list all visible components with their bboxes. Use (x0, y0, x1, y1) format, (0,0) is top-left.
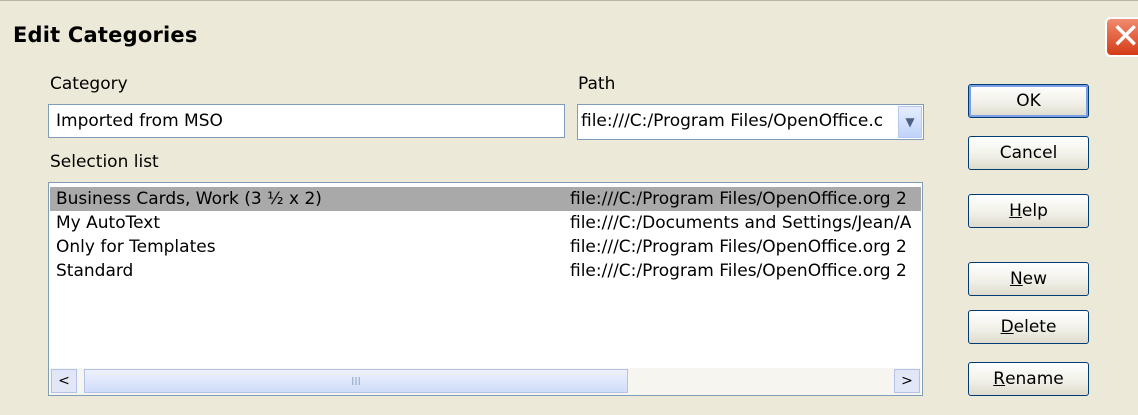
close-button[interactable]: ✕ (1105, 17, 1138, 57)
list-item[interactable]: Standard file:///C:/Program Files/OpenOf… (50, 259, 921, 283)
chevron-down-icon: ▼ (905, 115, 915, 129)
edit-categories-dialog: Edit Categories ✕ Category Imported from… (0, 0, 1138, 415)
rename-mnemonic: R (993, 369, 1006, 389)
list-item-path: file:///C:/Program Files/OpenOffice.org … (570, 237, 907, 257)
category-label: Category (50, 74, 128, 94)
selection-list-label: Selection list (50, 152, 159, 172)
ok-button[interactable]: OK (968, 84, 1089, 118)
new-button-label: ew (1022, 269, 1048, 289)
selection-listbox[interactable]: Business Cards, Work (3 ½ x 2) file:///C… (48, 182, 923, 396)
horizontal-scrollbar[interactable]: < III > (50, 368, 921, 395)
rename-button[interactable]: Rename (968, 362, 1089, 396)
chevron-right-icon: > (901, 373, 913, 389)
title-bar: Edit Categories ✕ (0, 0, 1138, 57)
new-mnemonic: N (1009, 269, 1023, 289)
cancel-button[interactable]: Cancel (968, 136, 1089, 170)
path-value: file:///C:/Program Files/OpenOffice.c (581, 111, 884, 131)
chevron-left-icon: < (58, 373, 70, 389)
ok-button-label: OK (1016, 91, 1041, 111)
grip-icon: III (351, 374, 361, 388)
new-button[interactable]: New (968, 262, 1089, 296)
path-combobox[interactable]: file:///C:/Program Files/OpenOffice.c ▼ (577, 104, 924, 140)
close-icon: ✕ (1111, 17, 1138, 57)
dialog-title: Edit Categories (13, 23, 198, 47)
help-button[interactable]: Help (968, 194, 1089, 228)
rename-button-label: ename (1005, 369, 1064, 389)
category-input[interactable]: Imported from MSO (48, 104, 565, 138)
scroll-right-button[interactable]: > (894, 369, 920, 393)
path-dropdown-button[interactable]: ▼ (898, 106, 922, 138)
list-item-name: Only for Templates (56, 237, 216, 257)
scroll-thumb[interactable]: III (84, 369, 628, 393)
list-item-name: Standard (56, 261, 134, 281)
list-item[interactable]: Only for Templates file:///C:/Program Fi… (50, 235, 921, 259)
list-item-path: file:///C:/Program Files/OpenOffice.org … (570, 189, 907, 209)
list-item[interactable]: My AutoText file:///C:/Documents and Set… (50, 211, 921, 235)
cancel-button-label: Cancel (999, 143, 1058, 163)
help-mnemonic: H (1009, 201, 1022, 221)
list-item-name: My AutoText (56, 213, 160, 233)
list-item[interactable]: Business Cards, Work (3 ½ x 2) file:///C… (50, 187, 921, 211)
scroll-left-button[interactable]: < (51, 369, 77, 393)
help-button-label: elp (1021, 201, 1048, 221)
delete-button[interactable]: Delete (968, 310, 1089, 344)
list-item-path: file:///C:/Program Files/OpenOffice.org … (570, 261, 907, 281)
delete-mnemonic: D (1000, 317, 1014, 337)
delete-button-label: elete (1013, 317, 1057, 337)
list-item-name: Business Cards, Work (3 ½ x 2) (56, 189, 322, 209)
list-item-path: file:///C:/Documents and Settings/Jean/A (570, 213, 912, 233)
path-label: Path (578, 74, 616, 94)
